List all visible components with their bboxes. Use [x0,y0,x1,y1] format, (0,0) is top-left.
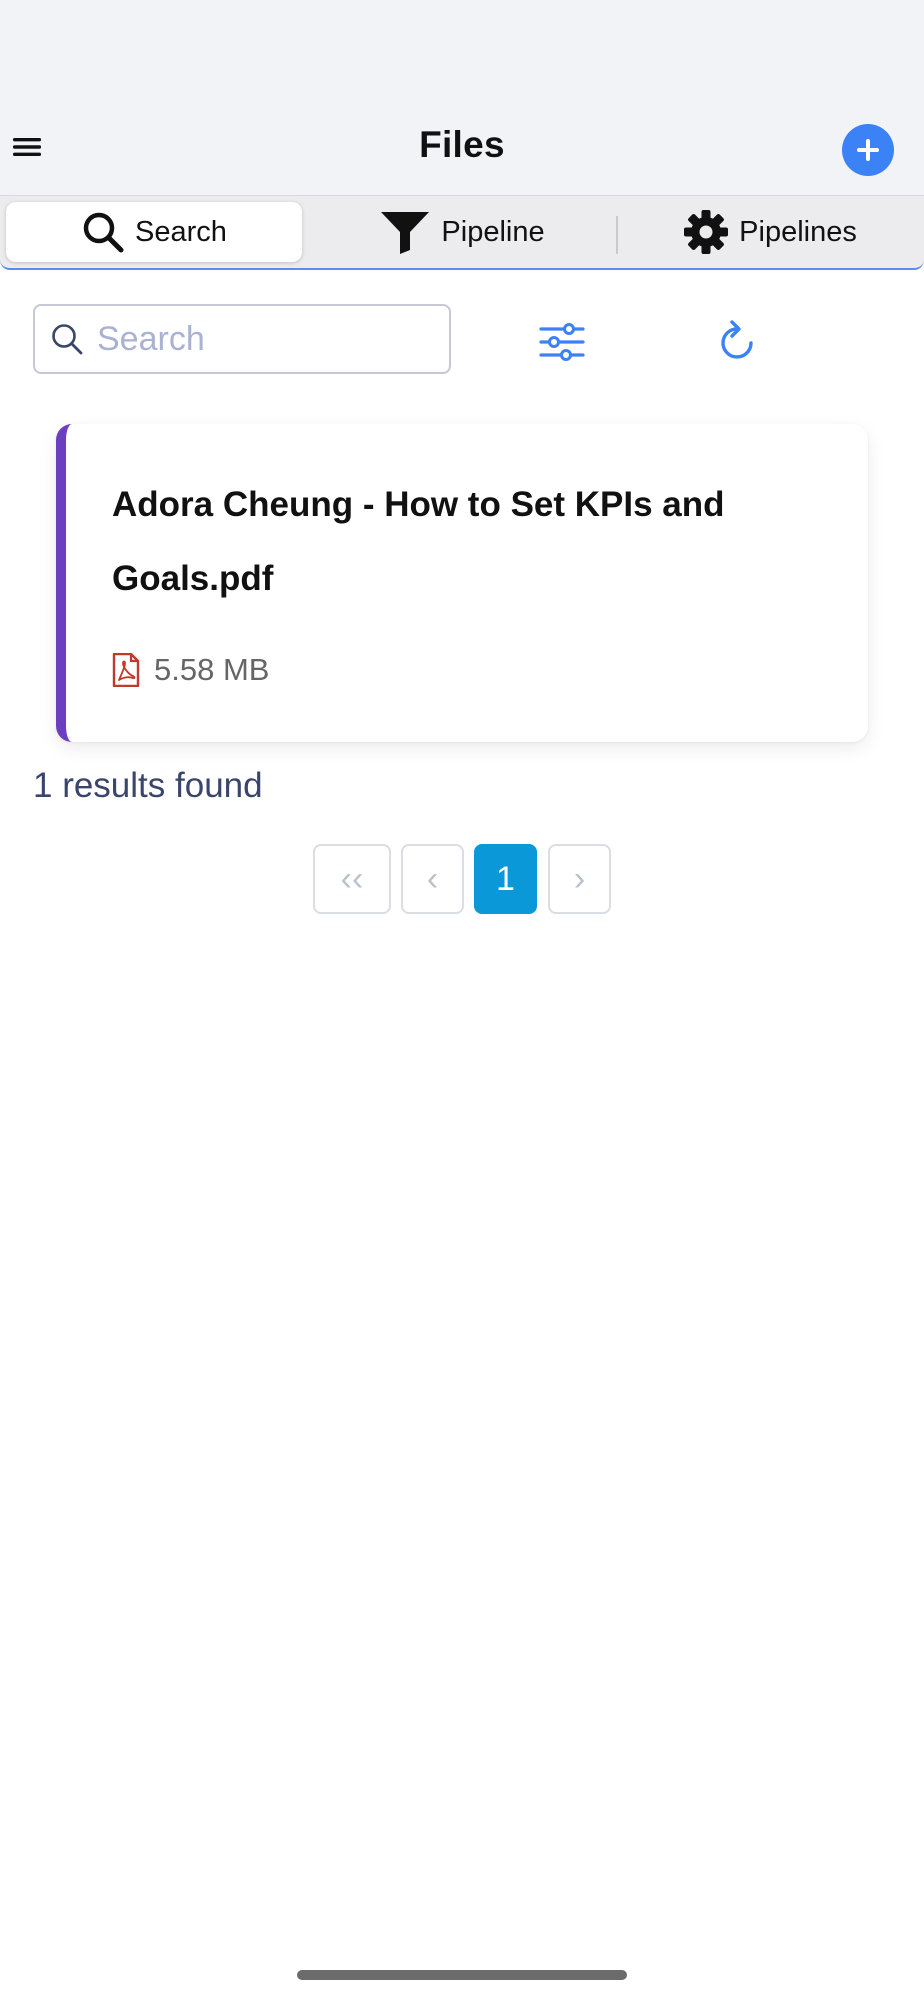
tab-pipelines[interactable]: Pipelines [622,202,918,262]
results-count: 1 results found [33,766,263,805]
tab-pipeline[interactable]: Pipeline [312,202,612,262]
page-title: Files [419,124,505,165]
page-current-button[interactable]: 1 [474,844,537,914]
search-field[interactable] [33,304,451,374]
refresh-icon [721,320,753,359]
tab-search[interactable]: Search [6,202,302,262]
app-header: Files [0,110,924,196]
search-input[interactable] [95,318,425,360]
page-next-button[interactable]: › [548,844,611,914]
tab-search-label: Search [135,215,227,248]
file-meta: 5.58 MB [112,652,269,688]
sliders-icon [539,323,585,361]
page-first-button[interactable]: ‹‹ [313,844,391,914]
search-icon [83,212,124,253]
status-bar-area [0,0,924,110]
filter-button[interactable] [534,314,590,370]
home-indicator [297,1970,627,1980]
tab-bar: Search Pipeline Pipelines [0,196,924,270]
file-size: 5.58 MB [154,652,270,687]
pdf-icon [112,653,140,687]
refresh-button[interactable] [710,314,766,370]
funnel-icon [381,212,430,254]
page-prev-button[interactable]: ‹ [401,844,464,914]
add-button[interactable] [842,124,894,176]
tab-pipeline-label: Pipeline [441,215,545,248]
tab-divider [616,216,618,254]
plus-icon [857,139,879,161]
search-icon [52,324,83,355]
file-card[interactable]: Adora Cheung - How to Set KPIs and Goals… [56,424,868,742]
file-name: Adora Cheung - How to Set KPIs and Goals… [112,485,725,598]
tab-pipelines-label: Pipelines [739,215,857,248]
gear-icon [684,210,729,254]
